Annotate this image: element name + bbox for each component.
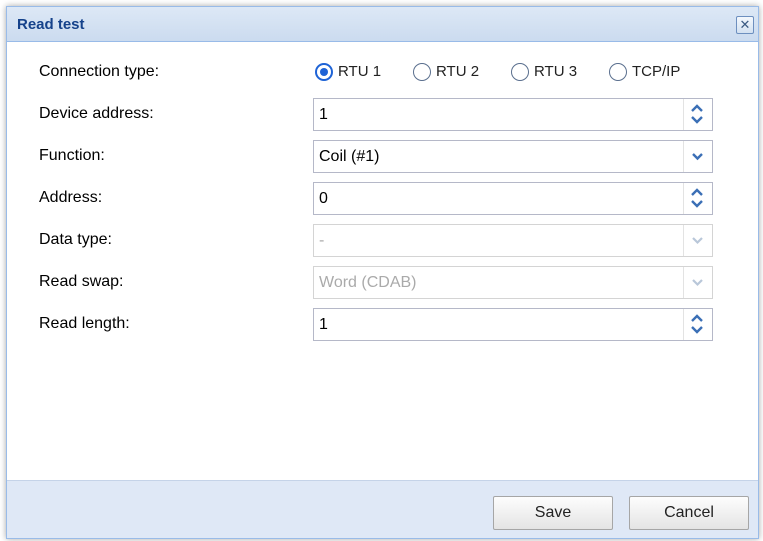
chevron-down-icon [692,153,703,161]
device-address-row: Device address: 1 [7,96,758,132]
chevron-down-icon[interactable] [690,116,704,124]
chevron-up-icon[interactable] [690,314,704,322]
address-spinner[interactable] [683,183,712,214]
function-value: Coil (#1) [319,148,380,165]
read-length-label: Read length: [39,315,130,332]
dialog-titlebar[interactable]: Read test ✕ [7,7,758,42]
address-field[interactable]: 0 [313,182,713,215]
radio-circle-icon [609,63,627,81]
device-address-spinner[interactable] [683,99,712,130]
radio-rtu2-label: RTU 2 [436,63,480,80]
read-swap-row: Read swap: Word (CDAB) [7,264,758,300]
function-select[interactable]: Coil (#1) [313,140,713,173]
data-type-value: - [319,232,325,249]
dialog-title: Read test [17,16,85,33]
read-test-dialog: Read test ✕ Connection type: RTU 1 RTU 2… [6,6,759,539]
radio-rtu3-label: RTU 3 [534,63,578,80]
read-length-spinner[interactable] [683,309,712,340]
chevron-up-icon[interactable] [690,104,704,112]
read-length-value: 1 [319,316,328,333]
radio-tcpip-label: TCP/IP [632,63,681,80]
address-value: 0 [319,190,328,207]
device-address-label: Device address: [39,105,154,122]
radio-circle-checked-icon [315,63,333,81]
close-icon[interactable]: ✕ [736,16,754,34]
dialog-footer: Save Cancel [7,480,758,538]
address-label: Address: [39,189,103,206]
device-address-field[interactable]: 1 [313,98,713,131]
radio-circle-icon [413,63,431,81]
connection-type-row: Connection type: RTU 1 RTU 2 RTU 3 TCP/I… [7,54,758,90]
data-type-select: - [313,224,713,257]
data-type-label: Data type: [39,231,112,248]
address-row: Address: 0 [7,180,758,216]
chevron-up-icon[interactable] [690,188,704,196]
read-swap-value: Word (CDAB) [319,274,417,291]
function-row: Function: Coil (#1) [7,138,758,174]
chevron-down-icon[interactable] [690,326,704,334]
radio-circle-icon [511,63,529,81]
data-type-dropdown-trigger [683,225,712,256]
read-swap-dropdown-trigger [683,267,712,298]
radio-rtu1-label: RTU 1 [338,63,382,80]
chevron-down-icon [692,237,703,245]
save-button[interactable]: Save [493,496,613,530]
read-swap-label: Read swap: [39,273,124,290]
function-dropdown-trigger[interactable] [683,141,712,172]
connection-type-label: Connection type: [39,63,160,80]
cancel-button[interactable]: Cancel [629,496,749,530]
device-address-value: 1 [319,106,328,123]
data-type-row: Data type: - [7,222,758,258]
function-label: Function: [39,147,105,164]
dialog-body: Connection type: RTU 1 RTU 2 RTU 3 TCP/I… [7,42,758,481]
read-length-row: Read length: 1 [7,306,758,342]
read-swap-select: Word (CDAB) [313,266,713,299]
chevron-down-icon[interactable] [690,200,704,208]
chevron-down-icon [692,279,703,287]
read-length-field[interactable]: 1 [313,308,713,341]
